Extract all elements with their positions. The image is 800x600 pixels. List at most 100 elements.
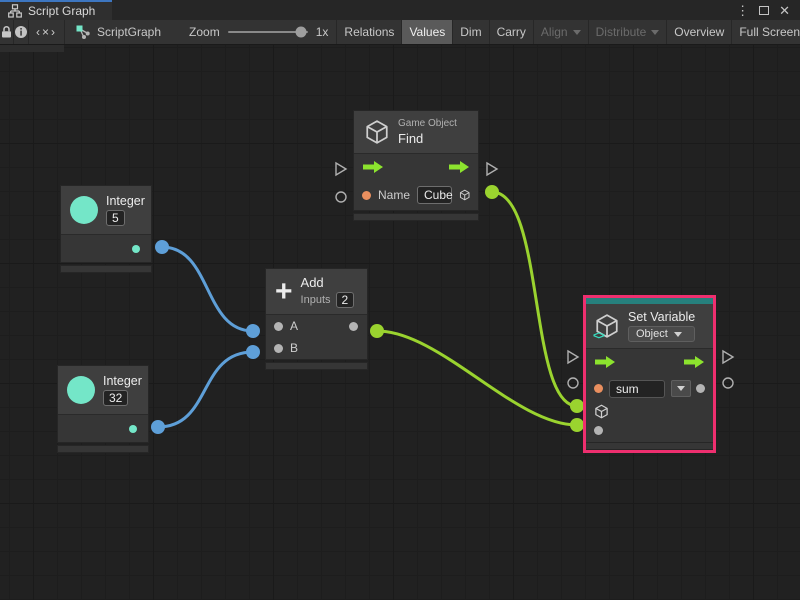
variable-name-dropdown-button[interactable]: [671, 380, 691, 397]
value-input-port[interactable]: [594, 426, 603, 435]
name-input-port[interactable]: [362, 191, 371, 200]
carry-button[interactable]: Carry: [490, 20, 534, 44]
graph-hierarchy-icon: [8, 4, 22, 18]
integer-output-port[interactable]: [132, 245, 140, 253]
port-setvar-flow-out[interactable]: [723, 351, 733, 363]
graph-name: ScriptGraph: [97, 25, 161, 39]
port-setvar-value-out[interactable]: [723, 378, 733, 388]
variable-name-field[interactable]: sum: [609, 380, 665, 398]
port-add-input-a[interactable]: [246, 324, 260, 338]
window-controls: ⋮ ✕: [726, 0, 800, 20]
toolbar-buttons: Relations Values Dim Carry Align Distrib…: [337, 20, 800, 44]
zoom-control: Zoom 1x: [181, 20, 337, 44]
fullscreen-button[interactable]: Full Screen: [732, 20, 800, 44]
node-category: Game Object: [398, 118, 457, 129]
align-label: Align: [541, 25, 568, 39]
align-button[interactable]: Align: [534, 20, 589, 44]
script-graph-window: Script Graph ⋮ ✕ ‹×›: [0, 0, 800, 600]
port-add-output[interactable]: [370, 324, 384, 338]
input-b-port[interactable]: [274, 344, 283, 353]
lock-button[interactable]: [0, 20, 14, 44]
maximize-icon[interactable]: [759, 6, 769, 15]
port-find-flow-in[interactable]: [336, 163, 346, 175]
gameobject-output-icon[interactable]: [459, 187, 470, 203]
object-input-icon[interactable]: [594, 404, 609, 419]
wire-integer5-to-add-a[interactable]: [162, 247, 253, 331]
integer-output-port[interactable]: [129, 425, 137, 433]
flow-out-arrow-icon[interactable]: [448, 161, 470, 173]
wire-find-to-setvar-object[interactable]: [492, 192, 577, 406]
port-integer5-output[interactable]: [155, 240, 169, 254]
overview-button[interactable]: Overview: [667, 20, 732, 44]
node-title: Find: [398, 131, 457, 146]
port-setvar-value-input[interactable]: [570, 418, 584, 432]
inputs-label: Inputs: [301, 294, 331, 306]
node-title: Add: [301, 275, 355, 290]
integer-value-field[interactable]: 32: [103, 390, 128, 406]
wire-integer32-to-add-b[interactable]: [158, 352, 253, 427]
port-add-input-b[interactable]: [246, 345, 260, 359]
port-setvar-name-in[interactable]: [568, 378, 578, 388]
info-icon: [14, 25, 28, 39]
toolbar-spacer: [171, 20, 181, 44]
integer-icon: [67, 376, 95, 404]
game-object-cube-icon: [364, 119, 390, 145]
port-setvar-object-input[interactable]: [570, 399, 584, 413]
variable-code-icon: <>: [593, 330, 604, 342]
caret-down-icon: [677, 386, 685, 391]
node-add[interactable]: + Add Inputs 2 A: [265, 268, 368, 370]
node-integer-32[interactable]: Integer 32: [57, 365, 149, 453]
close-icon[interactable]: ✕: [779, 4, 790, 17]
graph-canvas[interactable]: Integer 5 Integer 32: [0, 45, 800, 600]
port-find-name-in[interactable]: [336, 192, 346, 202]
flow-in-arrow-icon[interactable]: [362, 161, 384, 173]
node-footer: [60, 265, 152, 273]
dim-button[interactable]: Dim: [453, 20, 489, 44]
zoom-slider[interactable]: [228, 31, 308, 33]
port-setvar-flow-in[interactable]: [568, 351, 578, 363]
graph-breadcrumb[interactable]: ScriptGraph: [65, 20, 171, 44]
port-find-gameobject-output[interactable]: [485, 185, 499, 199]
inputs-count-field[interactable]: 2: [336, 292, 355, 308]
value-output-port[interactable]: [696, 384, 705, 393]
sum-output-port[interactable]: [349, 322, 358, 331]
integer-value-field[interactable]: 5: [106, 210, 125, 226]
input-b-label: B: [290, 341, 298, 355]
integer-icon: [70, 196, 98, 224]
tab-bar-empty: [112, 0, 726, 20]
name-label: Name: [378, 188, 410, 202]
values-button[interactable]: Values: [402, 20, 453, 44]
zoom-value: 1x: [316, 25, 329, 39]
window-menu-icon[interactable]: ⋮: [736, 4, 749, 17]
info-button[interactable]: [14, 20, 29, 44]
distribute-button[interactable]: Distribute: [589, 20, 668, 44]
variable-scope-dropdown[interactable]: Object: [628, 326, 695, 342]
wire-add-to-setvar-value[interactable]: [377, 331, 577, 425]
caret-down-icon: [573, 30, 581, 35]
flow-in-arrow-icon[interactable]: [594, 356, 616, 368]
input-a-label: A: [290, 319, 298, 333]
caret-down-icon: [674, 332, 682, 337]
node-footer: [57, 445, 149, 453]
node-title: Integer: [103, 374, 142, 388]
tab-bar: Script Graph ⋮ ✕: [0, 0, 800, 20]
node-game-object-find[interactable]: Game Object Find Name Cube: [353, 110, 479, 221]
node-integer-5[interactable]: Integer 5: [60, 185, 152, 273]
lock-icon: [0, 25, 13, 39]
port-integer32-output[interactable]: [151, 420, 165, 434]
graph-toolbar: ‹×› ScriptGraph Zoom 1x Relations Values…: [0, 20, 800, 45]
variable-scope-value: Object: [636, 328, 668, 340]
node-set-variable[interactable]: <> Set Variable Object: [583, 295, 716, 453]
input-a-port[interactable]: [274, 322, 283, 331]
port-find-flow-out[interactable]: [487, 163, 497, 175]
node-title: Set Variable: [628, 310, 695, 324]
flow-out-arrow-icon[interactable]: [683, 356, 705, 368]
name-value-field[interactable]: Cube: [417, 186, 452, 204]
relations-button[interactable]: Relations: [337, 20, 402, 44]
code-preview-button[interactable]: ‹×›: [29, 20, 65, 44]
variable-name-port[interactable]: [594, 384, 603, 393]
zoom-label: Zoom: [189, 25, 220, 39]
zoom-slider-knob[interactable]: [296, 27, 307, 38]
caret-down-icon: [651, 30, 659, 35]
tab-script-graph[interactable]: Script Graph: [0, 0, 112, 20]
